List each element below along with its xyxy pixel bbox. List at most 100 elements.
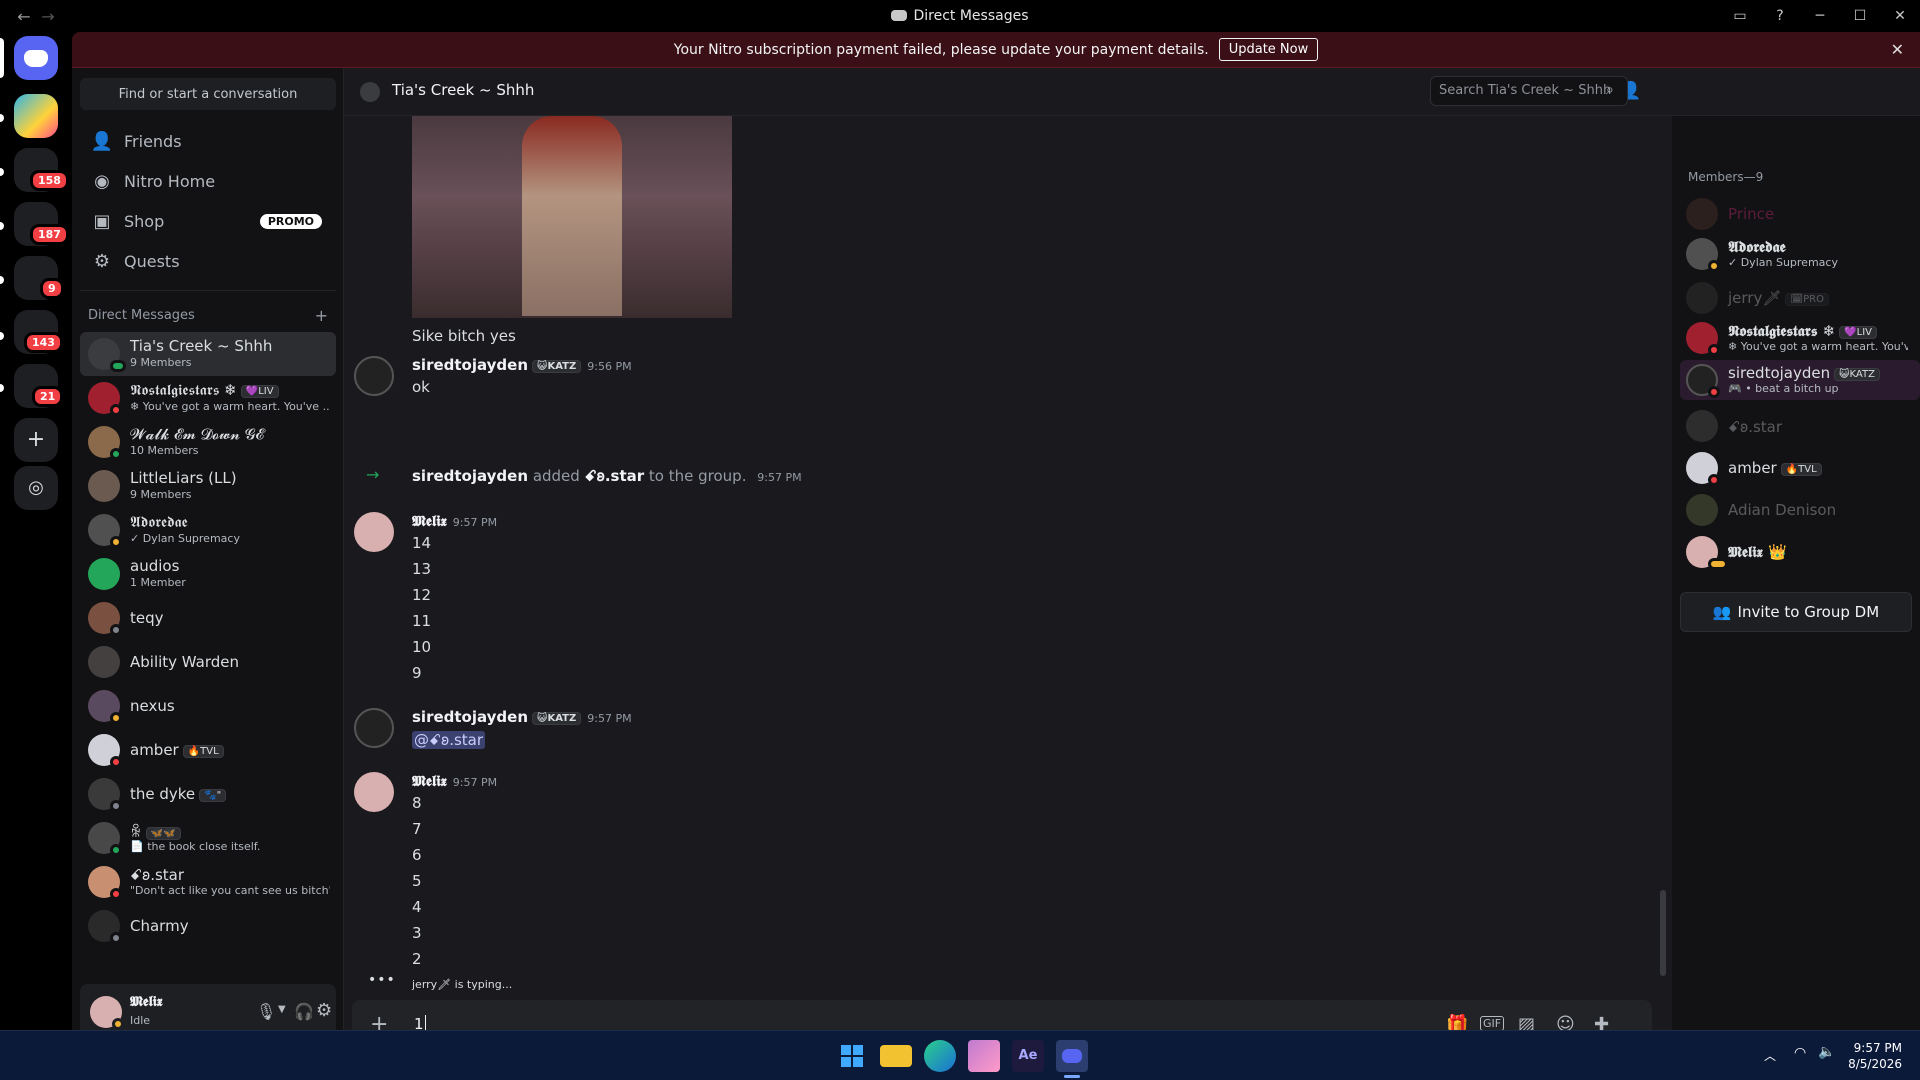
- friends-icon: 👤: [90, 130, 114, 152]
- file-explorer-icon[interactable]: [880, 1045, 912, 1067]
- search-input[interactable]: Search Tia's Creek ~ Shhh: [1430, 76, 1628, 106]
- status-indicator: [110, 756, 122, 768]
- scrollbar[interactable]: [1660, 890, 1666, 976]
- dm-name: ꆜ 🦋🦋: [130, 821, 181, 841]
- edge-browser-icon[interactable]: [924, 1040, 956, 1072]
- invite-to-group-dm-button[interactable]: 👥 Invite to Group DM: [1680, 592, 1912, 632]
- sticker-icon[interactable]: ▨: [1518, 1014, 1535, 1030]
- server-icon[interactable]: [14, 94, 58, 138]
- settings-gear-icon[interactable]: ⚙: [316, 1000, 332, 1021]
- member-item[interactable]: 𝕬𝖉𝖔𝖗𝖊𝖉𝖆𝖊 ✓ Dylan Supremacy: [1680, 234, 1920, 274]
- member-item[interactable]: siredtojayden 😺KATZ 🎮 • beat a bitch up: [1680, 360, 1920, 400]
- dm-item[interactable]: teqy: [80, 596, 336, 640]
- avatar: [88, 470, 120, 502]
- emoji-icon[interactable]: ☺: [1556, 1014, 1575, 1030]
- maximize-button[interactable]: ☐: [1840, 8, 1880, 24]
- mention-badge: 9: [40, 278, 64, 299]
- avatar[interactable]: [354, 356, 394, 396]
- dm-name: Tia's Creek ~ Shhh: [130, 337, 273, 355]
- dm-item[interactable]: LittleLiars (LL) 9 Members: [80, 464, 336, 508]
- after-effects-icon[interactable]: Ae: [1012, 1040, 1044, 1072]
- message-author[interactable]: 𝕸𝖊𝖑𝖎𝖝 9:57 PM: [412, 512, 497, 530]
- create-dm-icon[interactable]: +: [315, 306, 328, 325]
- member-item[interactable]: ꗃ𐐪.star: [1680, 406, 1920, 446]
- attachment-figure: [522, 116, 622, 316]
- nav-nitro-home[interactable]: ◉ Nitro Home: [80, 162, 336, 200]
- start-logo-pane: [841, 1045, 851, 1055]
- member-name: ꗃ𐐪.star: [1728, 418, 1783, 436]
- nav-shop[interactable]: ▣ Shop PROMO: [80, 202, 336, 240]
- inbox-icon[interactable]: ▭: [1720, 8, 1760, 24]
- group-avatar: [360, 82, 380, 102]
- member-item[interactable]: jerry🗡 🗓PRO: [1680, 278, 1920, 318]
- help-icon[interactable]: ?: [1760, 8, 1800, 24]
- update-now-button[interactable]: Update Now: [1218, 38, 1319, 61]
- message-input[interactable]: 1: [414, 1015, 426, 1030]
- dm-item[interactable]: ꆜ 🦋🦋 📄 the book close itself.: [80, 816, 336, 860]
- minimize-button[interactable]: ─: [1800, 8, 1840, 24]
- add-server-button[interactable]: +: [14, 418, 58, 462]
- headphones-icon[interactable]: 🎧: [294, 1002, 314, 1021]
- unread-pill: [0, 276, 4, 284]
- windows-taskbar: Ae ︿ ◠ 🔈 9:57 PM 8/5/2026: [0, 1030, 1920, 1080]
- dm-item[interactable]: 𝓦𝓪𝓵𝓴 𝓔𝓶 𝓓𝓸𝔀𝓷 𝓖𝓔 10 Members: [80, 420, 336, 464]
- actor-name[interactable]: siredtojayden: [412, 467, 528, 485]
- dm-subtext: 9 Members: [130, 488, 192, 501]
- dm-item[interactable]: 𝕬𝖉𝖔𝖗𝖊𝖉𝖆𝖊 ✓ Dylan Supremacy: [80, 508, 336, 552]
- discover-button[interactable]: ◎: [14, 466, 58, 510]
- mention-badge: 143: [24, 332, 63, 353]
- dm-item[interactable]: ꗃ𐐪.star "Don't act like you cant see us b…: [80, 860, 336, 904]
- dm-item[interactable]: Charmy: [80, 904, 336, 948]
- gift-icon[interactable]: 🎁: [1446, 1014, 1468, 1030]
- wifi-icon[interactable]: ◠: [1794, 1045, 1806, 1061]
- chevron-down-icon[interactable]: ▼: [278, 1004, 286, 1015]
- dm-name: the dyke 🐾": [130, 785, 227, 803]
- start-button[interactable]: [836, 1040, 868, 1072]
- dm-subtext: 10 Members: [130, 444, 199, 457]
- close-icon[interactable]: ✕: [1891, 40, 1904, 59]
- message-line: 9: [412, 664, 422, 682]
- message-author[interactable]: siredtojayden 😺KATZ 9:56 PM: [412, 356, 632, 374]
- discord-taskbar-icon[interactable]: [1056, 1040, 1088, 1072]
- avatar: [1686, 282, 1718, 314]
- user-name[interactable]: 𝕸𝖊𝖑𝖎𝖝: [130, 994, 162, 1010]
- volume-icon[interactable]: 🔈: [1818, 1044, 1835, 1060]
- member-item[interactable]: Adian Denison: [1680, 490, 1920, 530]
- add-attachment-icon[interactable]: +: [370, 1012, 388, 1030]
- system-clock[interactable]: 9:57 PM 8/5/2026: [1848, 1040, 1902, 1072]
- image-attachment[interactable]: [412, 116, 732, 318]
- dm-item[interactable]: audios 1 Member: [80, 552, 336, 596]
- dm-item[interactable]: Tia's Creek ~ Shhh 9 Members: [80, 332, 336, 376]
- dm-item[interactable]: Ability Warden: [80, 640, 336, 684]
- chevron-up-icon[interactable]: ︿: [1764, 1047, 1776, 1064]
- member-item[interactable]: 𝕸𝖊𝖑𝖎𝖝 👑: [1680, 532, 1920, 572]
- dm-name: audios: [130, 557, 180, 575]
- find-conversation-button[interactable]: Find or start a conversation: [80, 78, 336, 110]
- dm-item[interactable]: the dyke 🐾": [80, 772, 336, 816]
- dm-item[interactable]: amber 🔥TVL: [80, 728, 336, 772]
- apps-icon[interactable]: ✚: [1594, 1014, 1609, 1030]
- avatar[interactable]: [354, 512, 394, 552]
- avatar[interactable]: [354, 708, 394, 748]
- message-author[interactable]: siredtojayden 😺KATZ 9:57 PM: [412, 708, 632, 726]
- nav-friends[interactable]: 👤 Friends: [80, 122, 336, 160]
- start-logo-pane: [853, 1057, 863, 1067]
- user-mention[interactable]: @ꗃ𐐪.star: [412, 731, 486, 749]
- member-item[interactable]: 𝕹𝖔𝖘𝖙𝖆𝖑𝖌𝖎𝖊𝖘𝖙𝖆𝖗𝖘 ❄ 💜LIV ❄ You've got a warm …: [1680, 318, 1920, 358]
- avatar[interactable]: [354, 772, 394, 812]
- member-item[interactable]: Prince: [1680, 194, 1920, 234]
- close-window-button[interactable]: ✕: [1880, 8, 1920, 24]
- nav-quests[interactable]: ⚙ Quests: [80, 242, 336, 280]
- dm-name: Charmy: [130, 917, 189, 935]
- target-name[interactable]: ꗃ𐐪.star: [585, 467, 645, 485]
- dm-item[interactable]: 𝕹𝖔𝖘𝖙𝖆𝖑𝖌𝖎𝖊𝖘𝖙𝖆𝖗𝖘 ❄ 💜LIV ❄ You've got a warm …: [80, 376, 336, 420]
- discord-logo-icon: [891, 10, 908, 21]
- dm-item[interactable]: nexus: [80, 684, 336, 728]
- microphone-icon[interactable]: 🎙: [256, 1002, 276, 1021]
- home-button[interactable]: [14, 36, 58, 80]
- dm-name: LittleLiars (LL): [130, 469, 237, 487]
- member-item[interactable]: amber 🔥TVL: [1680, 448, 1920, 488]
- message-author[interactable]: 𝕸𝖊𝖑𝖎𝖝 9:57 PM: [412, 772, 497, 790]
- gif-icon[interactable]: GIF: [1480, 1016, 1505, 1030]
- app-icon[interactable]: [968, 1040, 1000, 1072]
